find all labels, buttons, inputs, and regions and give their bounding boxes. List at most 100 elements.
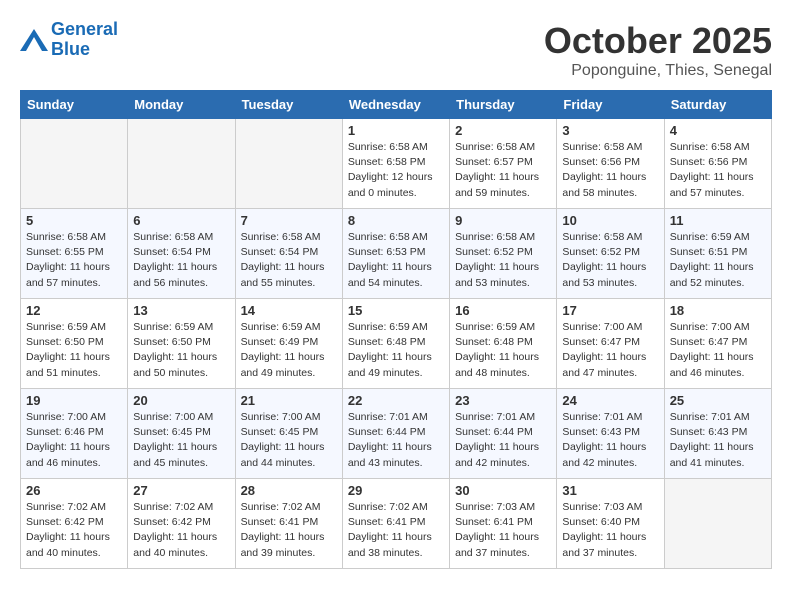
day-number: 5 — [26, 213, 122, 228]
calendar-cell: 28 Sunrise: 7:02 AMSunset: 6:41 PMDayligh… — [235, 479, 342, 569]
calendar-week-row: 12 Sunrise: 6:59 AMSunset: 6:50 PMDayligh… — [21, 299, 772, 389]
day-info: Sunrise: 7:00 AMSunset: 6:46 PMDaylight:… — [26, 410, 122, 471]
day-info: Sunrise: 7:02 AMSunset: 6:42 PMDaylight:… — [133, 500, 229, 561]
day-info: Sunrise: 6:58 AMSunset: 6:52 PMDaylight:… — [562, 230, 658, 291]
day-number: 13 — [133, 303, 229, 318]
day-number: 20 — [133, 393, 229, 408]
calendar-cell: 20 Sunrise: 7:00 AMSunset: 6:45 PMDayligh… — [128, 389, 235, 479]
calendar-cell: 22 Sunrise: 7:01 AMSunset: 6:44 PMDayligh… — [342, 389, 449, 479]
calendar-cell: 29 Sunrise: 7:02 AMSunset: 6:41 PMDayligh… — [342, 479, 449, 569]
calendar-cell: 3 Sunrise: 6:58 AMSunset: 6:56 PMDaylight… — [557, 119, 664, 209]
logo: General Blue — [20, 20, 118, 60]
calendar-cell: 4Sunrise: 6:58 AMSunset: 6:56 PMDaylight… — [664, 119, 771, 209]
calendar-week-row: 26Sunrise: 7:02 AMSunset: 6:42 PMDayligh… — [21, 479, 772, 569]
calendar-cell: 16 Sunrise: 6:59 AMSunset: 6:48 PMDayligh… — [450, 299, 557, 389]
calendar-cell: 8 Sunrise: 6:58 AMSunset: 6:53 PMDaylight… — [342, 209, 449, 299]
day-number: 18 — [670, 303, 766, 318]
location: Poponguine, Thies, Senegal — [544, 62, 772, 80]
day-info: Sunrise: 7:00 AMSunset: 6:47 PMDaylight:… — [670, 320, 766, 381]
logo-text: General Blue — [51, 20, 118, 60]
day-info: Sunrise: 7:00 AMSunset: 6:45 PMDaylight:… — [241, 410, 337, 471]
calendar-table: SundayMondayTuesdayWednesdayThursdayFrid… — [20, 90, 772, 569]
day-number: 2 — [455, 123, 551, 138]
day-info: Sunrise: 6:58 AMSunset: 6:57 PMDaylight:… — [455, 140, 551, 201]
day-number: 8 — [348, 213, 444, 228]
calendar-cell: 14 Sunrise: 6:59 AMSunset: 6:49 PMDayligh… — [235, 299, 342, 389]
day-info: Sunrise: 6:59 AMSunset: 6:49 PMDaylight:… — [241, 320, 337, 381]
weekday-header-thursday: Thursday — [450, 91, 557, 119]
day-number: 31 — [562, 483, 658, 498]
day-info: Sunrise: 6:58 AMSunset: 6:53 PMDaylight:… — [348, 230, 444, 291]
calendar-cell: 15 Sunrise: 6:59 AMSunset: 6:48 PMDayligh… — [342, 299, 449, 389]
calendar-cell: 11Sunrise: 6:59 AMSunset: 6:51 PMDayligh… — [664, 209, 771, 299]
calendar-cell — [664, 479, 771, 569]
weekday-header-saturday: Saturday — [664, 91, 771, 119]
day-info: Sunrise: 6:59 AMSunset: 6:50 PMDaylight:… — [133, 320, 229, 381]
day-number: 14 — [241, 303, 337, 318]
day-info: Sunrise: 6:58 AMSunset: 6:58 PMDaylight:… — [348, 140, 444, 201]
day-info: Sunrise: 7:02 AMSunset: 6:41 PMDaylight:… — [348, 500, 444, 561]
calendar-cell: 17 Sunrise: 7:00 AMSunset: 6:47 PMDayligh… — [557, 299, 664, 389]
calendar-cell: 25 Sunrise: 7:01 AMSunset: 6:43 PMDayligh… — [664, 389, 771, 479]
calendar-cell: 18 Sunrise: 7:00 AMSunset: 6:47 PMDayligh… — [664, 299, 771, 389]
weekday-header-tuesday: Tuesday — [235, 91, 342, 119]
day-number: 7 — [241, 213, 337, 228]
day-number: 10 — [562, 213, 658, 228]
calendar-cell: 9Sunrise: 6:58 AMSunset: 6:52 PMDaylight… — [450, 209, 557, 299]
calendar-cell: 27 Sunrise: 7:02 AMSunset: 6:42 PMDayligh… — [128, 479, 235, 569]
calendar-cell: 24 Sunrise: 7:01 AMSunset: 6:43 PMDayligh… — [557, 389, 664, 479]
day-number: 23 — [455, 393, 551, 408]
day-info: Sunrise: 7:03 AMSunset: 6:41 PMDaylight:… — [455, 500, 551, 561]
calendar-cell — [235, 119, 342, 209]
day-number: 16 — [455, 303, 551, 318]
calendar-cell: 2 Sunrise: 6:58 AMSunset: 6:57 PMDaylight… — [450, 119, 557, 209]
day-number: 22 — [348, 393, 444, 408]
day-number: 28 — [241, 483, 337, 498]
calendar-cell: 30Sunrise: 7:03 AMSunset: 6:41 PMDayligh… — [450, 479, 557, 569]
calendar-cell: 6Sunrise: 6:58 AMSunset: 6:54 PMDaylight… — [128, 209, 235, 299]
day-info: Sunrise: 7:01 AMSunset: 6:44 PMDaylight:… — [348, 410, 444, 471]
day-number: 11 — [670, 213, 766, 228]
day-number: 1 — [348, 123, 444, 138]
calendar-cell: 10 Sunrise: 6:58 AMSunset: 6:52 PMDayligh… — [557, 209, 664, 299]
weekday-header-row: SundayMondayTuesdayWednesdayThursdayFrid… — [21, 91, 772, 119]
month-title: October 2025 — [544, 20, 772, 62]
weekday-header-wednesday: Wednesday — [342, 91, 449, 119]
day-info: Sunrise: 7:02 AMSunset: 6:42 PMDaylight:… — [26, 500, 122, 561]
day-number: 3 — [562, 123, 658, 138]
day-info: Sunrise: 7:03 AMSunset: 6:40 PMDaylight:… — [562, 500, 658, 561]
calendar-cell: 31 Sunrise: 7:03 AMSunset: 6:40 PMDayligh… — [557, 479, 664, 569]
day-info: Sunrise: 6:58 AMSunset: 6:52 PMDaylight:… — [455, 230, 551, 291]
day-number: 25 — [670, 393, 766, 408]
day-info: Sunrise: 7:02 AMSunset: 6:41 PMDaylight:… — [241, 500, 337, 561]
day-number: 12 — [26, 303, 122, 318]
calendar-cell: 7Sunrise: 6:58 AMSunset: 6:54 PMDaylight… — [235, 209, 342, 299]
calendar-cell: 19 Sunrise: 7:00 AMSunset: 6:46 PMDayligh… — [21, 389, 128, 479]
calendar-cell: 26Sunrise: 7:02 AMSunset: 6:42 PMDayligh… — [21, 479, 128, 569]
day-info: Sunrise: 6:59 AMSunset: 6:50 PMDaylight:… — [26, 320, 122, 381]
day-info: Sunrise: 6:58 AMSunset: 6:56 PMDaylight:… — [562, 140, 658, 201]
calendar-cell: 5 Sunrise: 6:58 AMSunset: 6:55 PMDaylight… — [21, 209, 128, 299]
calendar-cell — [21, 119, 128, 209]
day-number: 21 — [241, 393, 337, 408]
calendar-week-row: 19 Sunrise: 7:00 AMSunset: 6:46 PMDayligh… — [21, 389, 772, 479]
calendar-week-row: 5 Sunrise: 6:58 AMSunset: 6:55 PMDaylight… — [21, 209, 772, 299]
day-info: Sunrise: 7:01 AMSunset: 6:43 PMDaylight:… — [670, 410, 766, 471]
day-number: 29 — [348, 483, 444, 498]
day-number: 15 — [348, 303, 444, 318]
calendar-cell: 13 Sunrise: 6:59 AMSunset: 6:50 PMDayligh… — [128, 299, 235, 389]
day-number: 17 — [562, 303, 658, 318]
day-number: 24 — [562, 393, 658, 408]
day-number: 27 — [133, 483, 229, 498]
day-number: 19 — [26, 393, 122, 408]
day-info: Sunrise: 7:01 AMSunset: 6:44 PMDaylight:… — [455, 410, 551, 471]
day-info: Sunrise: 7:00 AMSunset: 6:47 PMDaylight:… — [562, 320, 658, 381]
day-info: Sunrise: 7:00 AMSunset: 6:45 PMDaylight:… — [133, 410, 229, 471]
day-info: Sunrise: 6:59 AMSunset: 6:48 PMDaylight:… — [455, 320, 551, 381]
logo-icon — [20, 29, 48, 51]
calendar-cell: 1 Sunrise: 6:58 AMSunset: 6:58 PMDaylight… — [342, 119, 449, 209]
day-number: 4 — [670, 123, 766, 138]
day-info: Sunrise: 6:59 AMSunset: 6:48 PMDaylight:… — [348, 320, 444, 381]
day-info: Sunrise: 6:58 AMSunset: 6:55 PMDaylight:… — [26, 230, 122, 291]
day-info: Sunrise: 7:01 AMSunset: 6:43 PMDaylight:… — [562, 410, 658, 471]
